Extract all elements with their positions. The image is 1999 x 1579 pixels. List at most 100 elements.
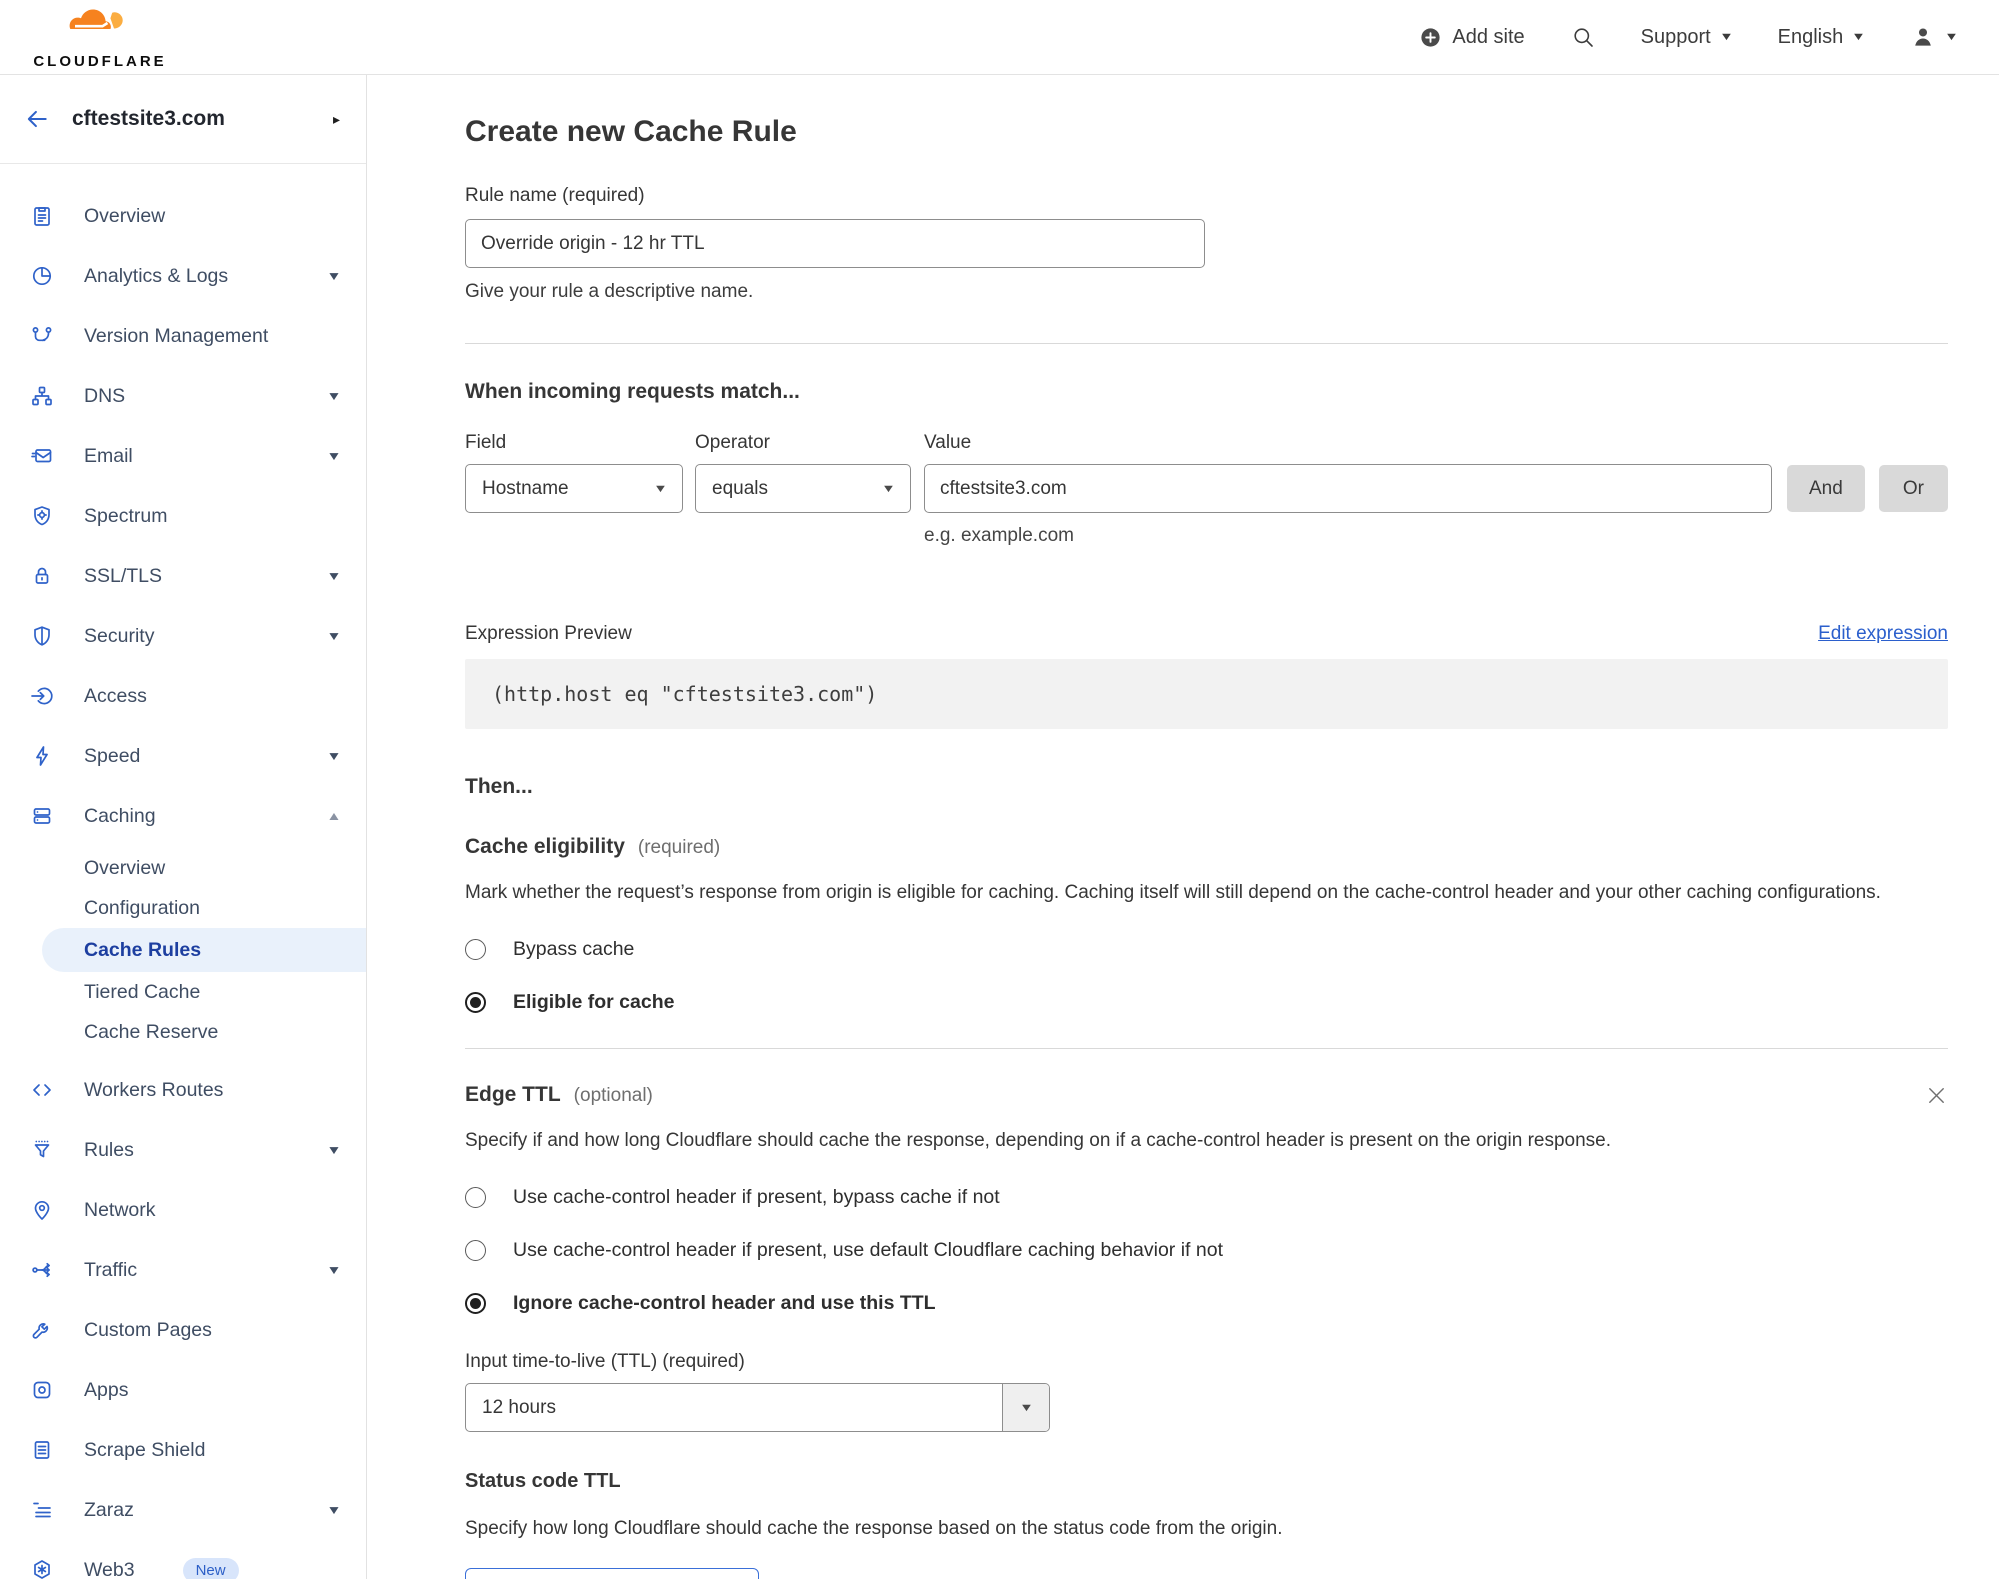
- sidebar-item-label: DNS: [84, 384, 126, 407]
- rule-name-input[interactable]: [465, 219, 1205, 268]
- radio-label: Use cache-control header if present, use…: [513, 1239, 1223, 1261]
- edge-ttl-option-default[interactable]: Use cache-control header if present, use…: [465, 1239, 1948, 1262]
- chevron-down-icon: ▼: [326, 389, 342, 403]
- sidebar-subitem-configuration[interactable]: Configuration: [0, 888, 366, 928]
- sidebar-item-web3[interactable]: Web3 New: [0, 1540, 366, 1579]
- add-status-code-setting-button[interactable]: + Add status code setting: [465, 1568, 759, 1579]
- value-input[interactable]: [924, 464, 1772, 513]
- sidebar: cftestsite3.com ▸ Overview Analytics & L…: [0, 75, 367, 1579]
- expression-code: (http.host eq "cftestsite3.com"): [492, 682, 878, 706]
- radio-selected-icon[interactable]: [465, 1293, 486, 1314]
- padlock-icon: [30, 564, 54, 588]
- expression-preview-row: Expression Preview Edit expression: [465, 623, 1948, 645]
- radio-label: Use cache-control header if present, byp…: [513, 1186, 1000, 1208]
- app-box-icon: [30, 1378, 54, 1402]
- sidebar-item-label: Speed: [84, 744, 141, 767]
- edge-ttl-heading: Edge TTL: [465, 1083, 561, 1106]
- radio-unselected-icon[interactable]: [465, 939, 486, 960]
- sidebar-item-analytics-logs[interactable]: Analytics & Logs ▼: [0, 246, 366, 306]
- sidebar-item-apps[interactable]: Apps: [0, 1360, 366, 1420]
- eligible-for-cache-option[interactable]: Eligible for cache: [465, 991, 1948, 1014]
- bypass-cache-option[interactable]: Bypass cache: [465, 938, 1948, 961]
- sidebar-subitem-caching-overview[interactable]: Overview: [0, 848, 366, 888]
- sidebar-item-custom-pages[interactable]: Custom Pages: [0, 1300, 366, 1360]
- sidebar-item-workers-routes[interactable]: Workers Routes: [0, 1060, 366, 1120]
- sidebar-subitem-cache-reserve[interactable]: Cache Reserve: [0, 1012, 366, 1052]
- match-labels-row: Field Operator Value: [465, 432, 1948, 454]
- site-header: cftestsite3.com ▸: [0, 75, 366, 164]
- value-label: Value: [924, 432, 972, 453]
- chevron-down-icon: ▼: [326, 1503, 342, 1517]
- sidebar-item-label: Traffic: [84, 1258, 138, 1281]
- add-site-button[interactable]: Add site: [1419, 26, 1525, 49]
- sidebar-item-label: Analytics & Logs: [84, 264, 229, 287]
- sidebar-item-label: Apps: [84, 1378, 129, 1401]
- user-icon: [1910, 24, 1936, 50]
- sidebar-item-caching[interactable]: Caching ▲: [0, 786, 366, 846]
- sidebar-item-label: Access: [84, 684, 147, 707]
- top-bar-menu: Add site Support ▼ English ▼ ▼: [1419, 24, 1959, 50]
- field-select[interactable]: Hostname ▼: [465, 464, 683, 513]
- edit-expression-link[interactable]: Edit expression: [1818, 623, 1948, 645]
- sidebar-item-label: Custom Pages: [84, 1318, 212, 1341]
- language-menu[interactable]: English ▼: [1778, 26, 1867, 49]
- sidebar-subitem-label: Configuration: [84, 896, 200, 919]
- edge-ttl-option-ignore[interactable]: Ignore cache-control header and use this…: [465, 1292, 1948, 1315]
- lightning-bolt-icon: [30, 744, 54, 768]
- sidebar-item-label: Version Management: [84, 324, 269, 347]
- radio-unselected-icon[interactable]: [465, 1187, 486, 1208]
- sidebar-item-zaraz[interactable]: Zaraz ▼: [0, 1480, 366, 1540]
- sidebar-item-ssl-tls[interactable]: SSL/TLS ▼: [0, 546, 366, 606]
- ttl-select-dropdown-button[interactable]: ▼: [1002, 1384, 1049, 1431]
- sidebar-item-security[interactable]: Security ▼: [0, 606, 366, 666]
- sidebar-item-network[interactable]: Network: [0, 1180, 366, 1240]
- status-code-ttl-description: Specify how long Cloudflare should cache…: [465, 1518, 1283, 1539]
- sidebar-item-scrape-shield[interactable]: Scrape Shield: [0, 1420, 366, 1480]
- operator-select[interactable]: equals ▼: [695, 464, 911, 513]
- then-heading: Then...: [465, 775, 533, 798]
- search-icon[interactable]: [1571, 25, 1595, 49]
- new-badge: New: [182, 1557, 239, 1579]
- or-button[interactable]: Or: [1878, 465, 1948, 512]
- shield-icon: [30, 624, 54, 648]
- edge-ttl-option-bypass[interactable]: Use cache-control header if present, byp…: [465, 1186, 1948, 1209]
- sidebar-item-dns[interactable]: DNS ▼: [0, 366, 366, 426]
- chevron-down-icon: ▼: [1851, 31, 1867, 43]
- radio-unselected-icon[interactable]: [465, 1240, 486, 1261]
- hexagon-node-icon: [30, 1558, 54, 1579]
- chevron-down-icon: ▼: [326, 1143, 342, 1157]
- radio-selected-icon[interactable]: [465, 992, 486, 1013]
- sidebar-item-label: Zaraz: [84, 1498, 134, 1521]
- sidebar-subitem-tiered-cache[interactable]: Tiered Cache: [0, 972, 366, 1012]
- back-arrow-icon[interactable]: [24, 106, 50, 132]
- chevron-down-icon: ▼: [326, 569, 342, 583]
- sidebar-item-email[interactable]: Email ▼: [0, 426, 366, 486]
- pie-chart-icon: [30, 264, 54, 288]
- cloudflare-logo[interactable]: CLOUDFLARE: [24, 4, 176, 70]
- sidebar-subitem-cache-rules[interactable]: Cache Rules: [42, 928, 366, 972]
- support-menu[interactable]: Support ▼: [1640, 25, 1734, 49]
- sidebar-item-version-management[interactable]: Version Management: [0, 306, 366, 366]
- sidebar-item-rules[interactable]: Rules ▼: [0, 1120, 366, 1180]
- close-icon[interactable]: [1925, 1084, 1948, 1107]
- cloudflare-wordmark: CLOUDFLARE: [33, 53, 167, 70]
- edge-ttl-description: Specify if and how long Cloudflare shoul…: [465, 1130, 1612, 1151]
- expression-code-block: (http.host eq "cftestsite3.com"): [465, 659, 1948, 729]
- sidebar-item-label: Scrape Shield: [84, 1438, 206, 1461]
- ttl-select[interactable]: 12 hours ▼: [465, 1383, 1050, 1432]
- expression-preview-label: Expression Preview: [465, 623, 632, 644]
- support-label: Support: [1640, 25, 1711, 48]
- sidebar-item-label: SSL/TLS: [84, 564, 163, 587]
- account-menu[interactable]: ▼: [1910, 24, 1959, 50]
- sidebar-item-spectrum[interactable]: Spectrum: [0, 486, 366, 546]
- sidebar-item-access[interactable]: Access: [0, 666, 366, 726]
- match-heading: When incoming requests match...: [465, 380, 800, 403]
- sidebar-item-overview[interactable]: Overview: [0, 186, 366, 246]
- required-tag: (required): [637, 837, 721, 858]
- sidebar-item-traffic[interactable]: Traffic ▼: [0, 1240, 366, 1300]
- sidebar-item-speed[interactable]: Speed ▼: [0, 726, 366, 786]
- and-button[interactable]: And: [1787, 465, 1865, 512]
- caching-submenu: Overview Configuration Cache Rules Tiere…: [0, 848, 366, 1052]
- chevron-down-icon: ▼: [653, 482, 668, 495]
- expand-right-icon[interactable]: ▸: [333, 111, 340, 128]
